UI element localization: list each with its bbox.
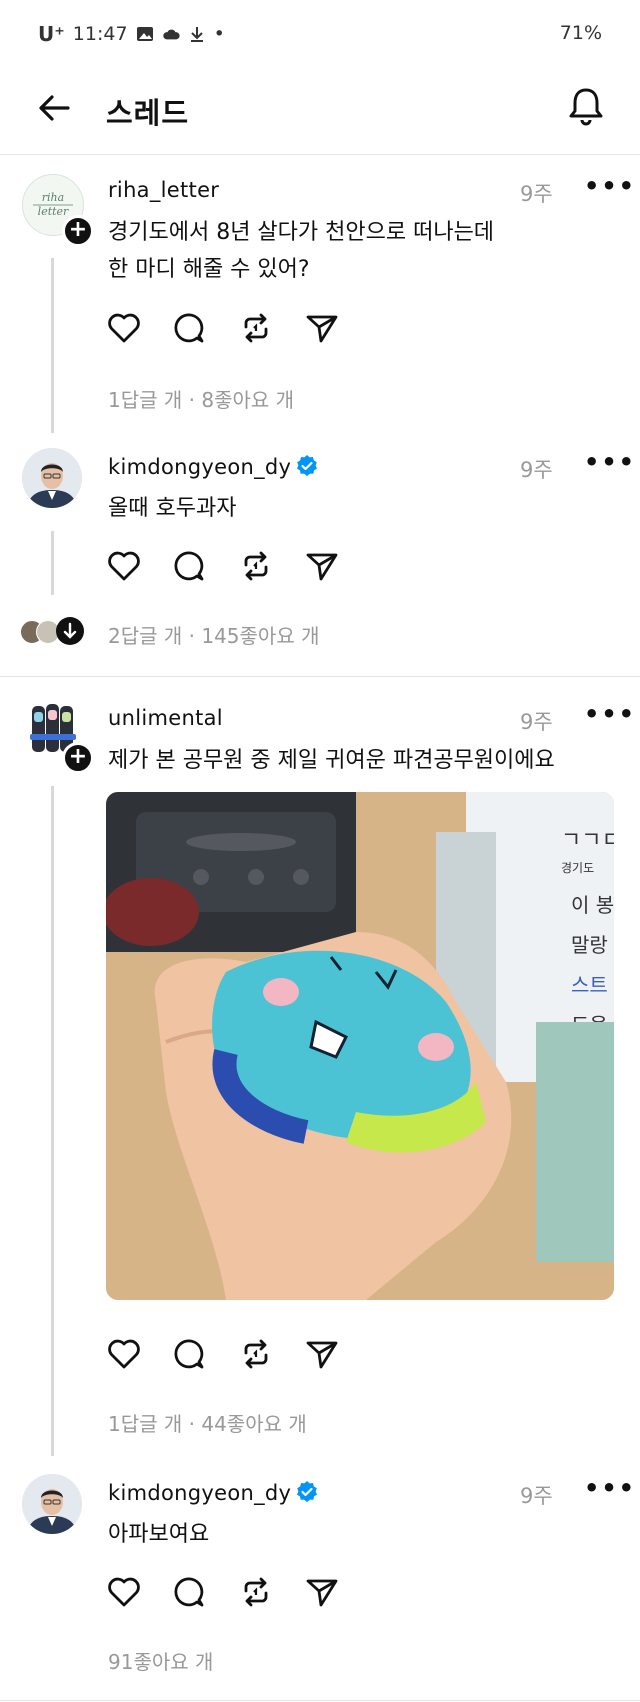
comment-icon[interactable] [172,1336,208,1372]
share-icon[interactable] [304,548,340,584]
comment-icon[interactable] [172,548,208,584]
post-stats[interactable]: 91좋아요 개 [108,1646,213,1675]
svg-text:riha: riha [42,191,64,204]
person-photo-icon [22,1474,82,1534]
bell-icon[interactable] [564,84,608,128]
app-header: 스레드 [0,62,640,155]
page-title: 스레드 [106,96,190,130]
thread-line [51,786,54,1456]
plush-doll-photo: ㄱㄱㄷ 경기도 이 봉 말랑 스트 도움 [106,792,614,1300]
action-bar [106,310,340,346]
thread-line [51,258,54,433]
status-bar: U⁺ 11:47 • 71% [0,0,640,60]
avatar[interactable] [22,1474,82,1534]
svg-text:스트: 스트 [571,973,608,997]
post-time: 9주 [520,1484,553,1508]
post-time: 9주 [520,182,553,206]
comment-icon[interactable] [172,310,208,346]
svg-text:이 봉: 이 봉 [571,893,614,917]
post-username[interactable]: kimdongyeon_dy [108,454,319,479]
reply-avatars[interactable] [20,617,90,645]
username-text: kimdongyeon_dy [108,1481,292,1505]
divider [0,676,640,677]
status-left: U⁺ 11:47 • [38,22,225,46]
post-stats[interactable]: 1답글 개 · 8좋아요 개 [108,384,294,413]
svg-text:말랑: 말랑 [571,933,608,957]
heart-icon[interactable] [106,1336,142,1372]
download-icon [190,27,203,42]
repost-icon[interactable] [238,1574,274,1610]
follow-plus-icon[interactable]: + [62,215,94,247]
clock: 11:47 [72,23,128,45]
post-text: 경기도에서 8년 살다가 천안으로 떠나는데 [108,220,495,245]
heart-icon[interactable] [106,1574,142,1610]
more-icon[interactable]: ••• [584,448,636,476]
svg-text:letter: letter [38,205,69,218]
action-bar [106,1574,340,1610]
carrier-label: U⁺ [38,22,65,46]
share-icon[interactable] [304,1336,340,1372]
repost-icon[interactable] [238,1336,274,1372]
status-dot: • [213,23,225,45]
post-stats[interactable]: 1답글 개 · 44좋아요 개 [108,1408,307,1437]
post-stats[interactable]: 2답글 개 · 145좋아요 개 [108,620,320,649]
heart-icon[interactable] [106,548,142,584]
post-time: 9주 [520,458,553,482]
gallery-icon [136,27,153,41]
share-icon[interactable] [304,1574,340,1610]
post-username[interactable]: riha_letter [108,178,219,202]
repost-icon[interactable] [238,310,274,346]
follow-plus-icon[interactable]: + [62,742,94,774]
svg-text:경기도: 경기도 [561,861,594,875]
repost-icon[interactable] [238,548,274,584]
back-arrow-icon[interactable] [34,88,74,128]
action-bar [106,1336,340,1372]
more-icon[interactable]: ••• [584,172,636,200]
share-icon[interactable] [304,310,340,346]
battery-percent: 71% [559,22,602,44]
post-username[interactable]: unlimental [108,706,223,730]
post-photo[interactable]: ㄱㄱㄷ 경기도 이 봉 말랑 스트 도움 [106,792,614,1300]
action-bar [106,548,340,584]
comment-icon[interactable] [172,1574,208,1610]
post-text: 한 마디 해줄 수 있어? [108,257,310,282]
more-icon[interactable]: ••• [584,700,636,728]
cloud-icon [162,29,180,40]
svg-text:ㄱㄱㄷ: ㄱㄱㄷ [561,828,614,853]
verified-icon [297,1481,318,1502]
divider [0,1700,640,1701]
post-time: 9주 [520,710,553,734]
username-text: kimdongyeon_dy [108,455,292,479]
post-username[interactable]: kimdongyeon_dy [108,1480,319,1505]
expand-replies-icon[interactable] [56,617,84,645]
more-icon[interactable]: ••• [584,1474,636,1502]
post-text: 제가 본 공무원 중 제일 귀여운 파견공무원이에요 [108,748,555,773]
heart-icon[interactable] [106,310,142,346]
post-text: 아파보여요 [108,1522,210,1547]
thread-line [51,531,54,595]
post-text: 올때 호두과자 [108,496,237,521]
verified-icon [297,455,318,476]
person-photo-icon [22,448,82,508]
avatar[interactable] [22,448,82,508]
